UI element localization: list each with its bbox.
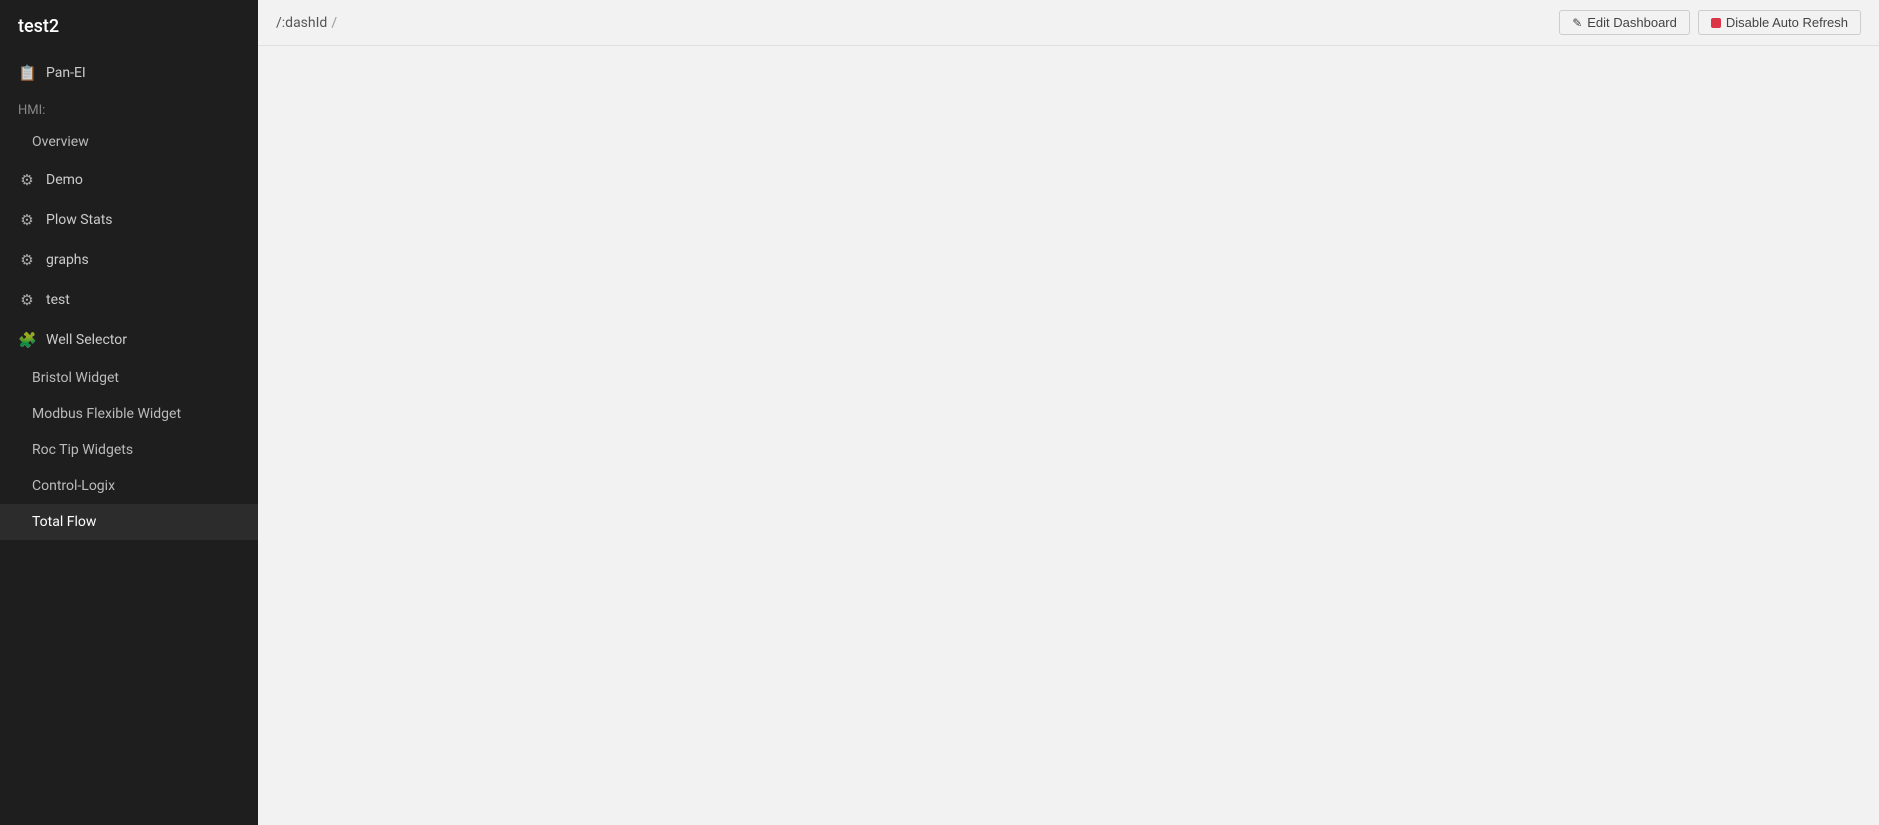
- edit-icon: ✎: [1572, 16, 1582, 30]
- sidebar-item-control-logix[interactable]: Control-Logix: [0, 468, 258, 504]
- edit-dashboard-button[interactable]: ✎ Edit Dashboard: [1559, 10, 1690, 35]
- panel-icon: 📋: [18, 64, 36, 82]
- sidebar-item-total-flow[interactable]: Total Flow: [0, 504, 258, 540]
- sidebar-item-modbus-flexible[interactable]: Modbus Flexible Widget: [0, 396, 258, 432]
- sidebar-hmi-label: HMI:: [0, 93, 258, 124]
- puzzle-icon: 🧩: [18, 331, 36, 349]
- breadcrumb-separator: /: [331, 15, 337, 31]
- gear-icon-4: ⚙: [18, 291, 36, 309]
- sidebar-item-label: Well Selector: [46, 332, 127, 348]
- sidebar-item-bristol-widget[interactable]: Bristol Widget: [0, 360, 258, 396]
- sidebar-item-test[interactable]: ⚙ test: [0, 280, 258, 320]
- app-title: test2: [0, 0, 258, 53]
- sidebar-item-label: Plow Stats: [46, 212, 113, 228]
- disable-auto-refresh-button[interactable]: Disable Auto Refresh: [1698, 10, 1861, 35]
- refresh-status-indicator: [1711, 18, 1721, 28]
- sidebar-item-label: Bristol Widget: [32, 370, 119, 386]
- main-content: /:dashId / ✎ Edit Dashboard Disable Auto…: [258, 0, 1879, 825]
- topbar: /:dashId / ✎ Edit Dashboard Disable Auto…: [258, 0, 1879, 46]
- sidebar-item-label: graphs: [46, 252, 89, 268]
- sidebar-item-label: Control-Logix: [32, 478, 115, 494]
- topbar-actions: ✎ Edit Dashboard Disable Auto Refresh: [1559, 10, 1861, 35]
- sidebar-item-label: Pan-EI: [46, 65, 86, 81]
- breadcrumb-path[interactable]: /:dashId: [276, 15, 327, 31]
- sidebar-item-label: Overview: [32, 134, 89, 150]
- gear-icon-3: ⚙: [18, 251, 36, 269]
- sidebar-item-plow-stats[interactable]: ⚙ Plow Stats: [0, 200, 258, 240]
- gear-icon: ⚙: [18, 171, 36, 189]
- sidebar-item-label: Roc Tip Widgets: [32, 442, 133, 458]
- sidebar-item-label: Modbus Flexible Widget: [32, 406, 181, 422]
- disable-auto-refresh-label: Disable Auto Refresh: [1726, 15, 1848, 30]
- sidebar-item-label: Total Flow: [32, 514, 96, 530]
- sidebar-item-label: test: [46, 292, 70, 308]
- sidebar-item-graphs[interactable]: ⚙ graphs: [0, 240, 258, 280]
- sidebar-item-well-selector[interactable]: 🧩 Well Selector: [0, 320, 258, 360]
- sidebar-item-roc-tip[interactable]: Roc Tip Widgets: [0, 432, 258, 468]
- sidebar: test2 📋 Pan-EI HMI: Overview ⚙ Demo ⚙ Pl…: [0, 0, 258, 825]
- sidebar-item-pan-ei[interactable]: 📋 Pan-EI: [0, 53, 258, 93]
- edit-dashboard-label: Edit Dashboard: [1587, 15, 1677, 30]
- sidebar-item-overview[interactable]: Overview: [0, 124, 258, 160]
- dashboard-content: [258, 46, 1879, 825]
- sidebar-item-demo[interactable]: ⚙ Demo: [0, 160, 258, 200]
- sidebar-item-label: Demo: [46, 172, 83, 188]
- gear-icon-2: ⚙: [18, 211, 36, 229]
- breadcrumb: /:dashId /: [276, 15, 337, 31]
